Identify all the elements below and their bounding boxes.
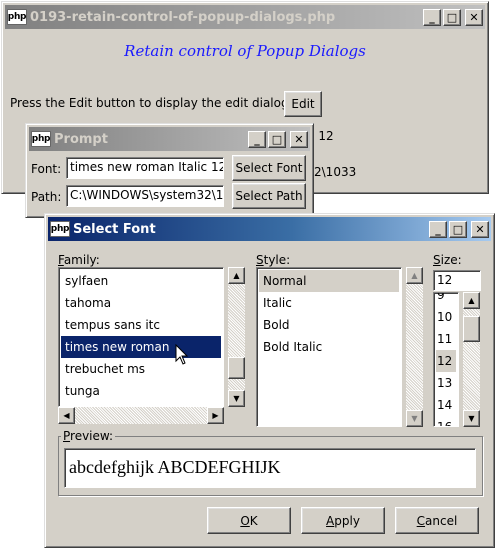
style-list-item[interactable]: Bold Italic [259, 336, 399, 358]
edit-instruction-label: Press the Edit button to display the edi… [10, 96, 293, 110]
maximize-icon: □ [271, 132, 283, 146]
style-list[interactable]: Normal Italic Bold Bold Italic [256, 267, 402, 427]
arrow-down-icon: ▼ [468, 413, 475, 423]
prompt-titlebar[interactable]: php Prompt _ □ ✕ [29, 127, 310, 151]
arrow-left-icon: ◀ [63, 410, 70, 420]
scroll-down-button[interactable]: ▼ [228, 390, 245, 407]
close-button[interactable]: ✕ [471, 220, 489, 238]
close-icon: ✕ [475, 222, 485, 236]
cancel-button[interactable]: Cancel [395, 507, 479, 534]
path-label: Path: [31, 190, 62, 204]
maximize-icon: □ [452, 222, 464, 236]
style-vertical-scrollbar[interactable]: ▲ ▼ [406, 267, 423, 427]
path-field[interactable]: C:\WINDOWS\system32\1033 [66, 185, 224, 207]
style-label: Style: [256, 253, 291, 267]
family-list-item[interactable]: tunga [61, 380, 221, 402]
style-list-item[interactable]: Italic [259, 292, 399, 314]
close-icon: ✕ [469, 10, 479, 24]
minimize-button[interactable]: _ [429, 220, 447, 238]
scroll-up-button[interactable]: ▲ [228, 267, 245, 284]
close-button[interactable]: ✕ [465, 8, 483, 26]
minimize-icon: _ [429, 10, 435, 24]
size-list-item[interactable]: 9 [436, 293, 456, 306]
maximize-button[interactable]: □ [449, 220, 467, 238]
size-list-item[interactable]: 13 [436, 372, 456, 394]
size-list-item[interactable]: 12 [436, 350, 456, 372]
arrow-right-icon: ▶ [212, 410, 219, 420]
size-list-item[interactable]: 10 [436, 306, 456, 328]
minimize-button[interactable]: _ [423, 8, 441, 26]
size-list-item[interactable]: 11 [436, 328, 456, 350]
scroll-left-button[interactable]: ◀ [58, 407, 75, 424]
arrow-up-icon: ▲ [411, 270, 418, 280]
minimize-button[interactable]: _ [248, 130, 266, 148]
size-label: Size: [433, 253, 462, 267]
maximize-button[interactable]: □ [443, 8, 461, 26]
php-app-icon[interactable]: php [31, 131, 51, 147]
font-label: Font: [31, 162, 62, 176]
preview-label: Preview: [61, 429, 116, 443]
close-button[interactable]: ✕ [290, 130, 308, 148]
size-vertical-scrollbar[interactable]: ▲ ▼ [463, 292, 480, 427]
scroll-down-button[interactable]: ▼ [463, 410, 480, 427]
ok-button-label: OK [240, 513, 258, 528]
select-font-title: Select Font [73, 221, 156, 237]
family-list-item[interactable]: sylfaen [61, 270, 221, 292]
close-icon: ✕ [294, 132, 304, 146]
family-label: Family: [58, 253, 100, 267]
size-list-item[interactable]: 14 [436, 394, 456, 416]
apply-button[interactable]: Apply [301, 507, 385, 534]
select-font-dialog: php Select Font _ □ ✕ Family: sylfaen tah… [44, 213, 495, 548]
select-font-titlebar[interactable]: php Select Font _ □ ✕ [48, 217, 491, 241]
cancel-button-label: Cancel [416, 513, 458, 528]
apply-button-label: Apply [326, 513, 360, 528]
ok-button[interactable]: OK [207, 507, 291, 534]
scroll-right-button[interactable]: ▶ [207, 407, 224, 424]
scroll-thumb[interactable] [463, 316, 480, 342]
style-list-item[interactable]: Normal [259, 270, 399, 292]
family-list-item[interactable]: tahoma [61, 292, 221, 314]
family-list-item[interactable]: tempus sans itc [61, 314, 221, 336]
family-list-item[interactable]: times new roman [61, 336, 221, 358]
maximize-icon: □ [446, 10, 458, 24]
size-list-item[interactable]: 16 [436, 416, 456, 426]
edit-button[interactable]: Edit [284, 91, 322, 117]
path-readout-partial: 2\1033 [314, 165, 357, 179]
preview-box: abcdefghijk ABCDEFGHIJK [64, 448, 476, 488]
style-list-item[interactable]: Bold [259, 314, 399, 336]
arrow-up-icon: ▲ [233, 270, 240, 280]
scroll-thumb[interactable] [228, 357, 245, 379]
family-list[interactable]: sylfaen tahoma tempus sans itc times new ro… [58, 267, 224, 407]
arrow-up-icon: ▲ [468, 295, 475, 305]
scroll-down-button[interactable]: ▼ [406, 410, 423, 427]
arrow-down-icon: ▼ [233, 393, 240, 403]
select-font-button[interactable]: Select Font [232, 155, 306, 181]
mouse-cursor-icon [175, 344, 189, 365]
main-window-title: 0193-retain-control-of-popup-dialogs.php [30, 9, 336, 25]
prompt-window: php Prompt _ □ ✕ Font: times new roman I… [25, 123, 314, 218]
php-app-icon[interactable]: php [7, 9, 27, 25]
main-titlebar[interactable]: php 0193-retain-control-of-popup-dialogs… [5, 5, 485, 29]
select-path-button[interactable]: Select Path [232, 183, 306, 209]
font-field[interactable]: times new roman Italic 12 [66, 157, 224, 179]
minimize-icon: _ [254, 132, 260, 146]
preview-text: abcdefghijk ABCDEFGHIJK [69, 457, 281, 477]
php-app-icon[interactable]: php [50, 221, 70, 237]
scroll-up-button[interactable]: ▲ [406, 267, 423, 284]
maximize-button[interactable]: □ [268, 130, 286, 148]
prompt-window-title: Prompt [54, 131, 108, 147]
family-list-item[interactable]: trebuchet ms [61, 358, 221, 380]
main-heading: Retain control of Popup Dialogs [124, 42, 366, 60]
family-vertical-scrollbar[interactable]: ▲ ▼ [228, 267, 245, 407]
minimize-icon: _ [435, 222, 441, 236]
arrow-down-icon: ▼ [411, 413, 418, 423]
scroll-up-button[interactable]: ▲ [463, 292, 480, 309]
size-list[interactable]: 9 10 11 12 13 14 16 [433, 292, 459, 427]
size-input[interactable]: 12 [433, 270, 481, 291]
family-horizontal-scrollbar[interactable]: ◀ ▶ [58, 407, 224, 424]
